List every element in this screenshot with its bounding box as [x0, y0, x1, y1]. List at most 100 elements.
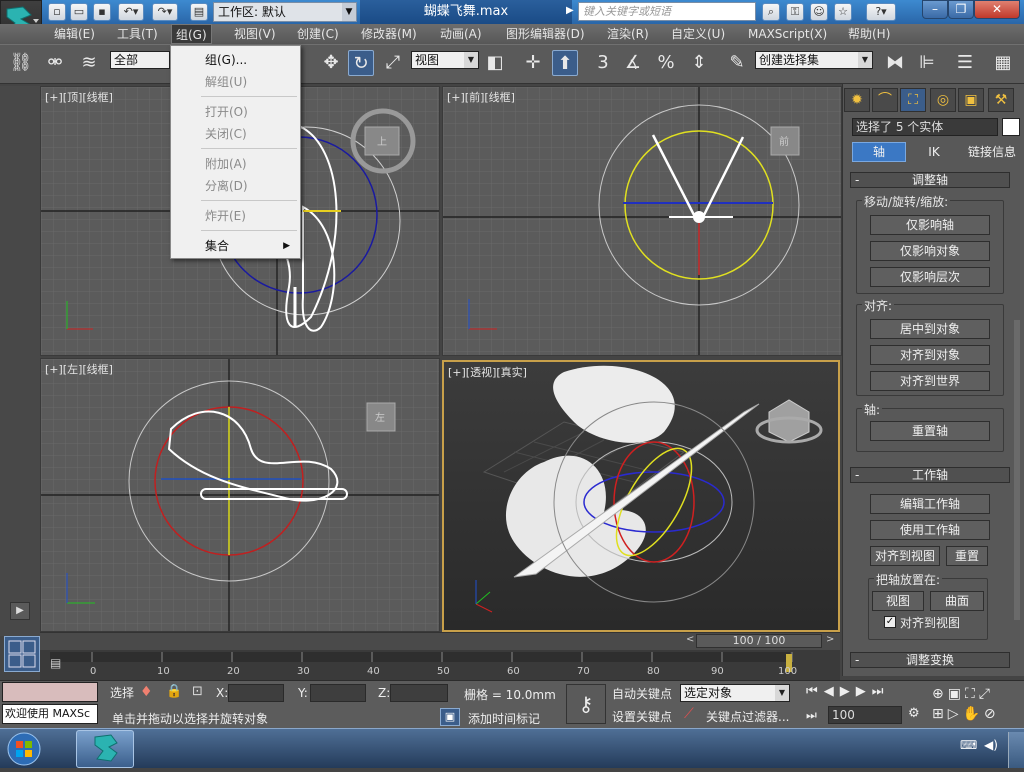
viewport-perspective[interactable]: [+][透视][真实] [442, 360, 840, 632]
tab-pivot[interactable]: 轴 [852, 142, 906, 162]
rollout-adjust-pivot[interactable]: - 调整轴 [850, 172, 1010, 188]
center-to-object-button[interactable]: 居中到对象 [870, 319, 990, 339]
auto-key-button[interactable]: 自动关键点 [612, 685, 672, 702]
menu-item-close[interactable]: 关闭(C) [173, 123, 298, 145]
keyboard-shortcut-override-icon[interactable]: ⬆ [552, 50, 578, 76]
menu-modifiers[interactable]: 修改器(M) [357, 24, 421, 44]
help-icon[interactable]: ?▾ [866, 3, 896, 21]
selection-filter-dropdown[interactable]: 全部 [110, 51, 170, 69]
maxscript-listener-top[interactable] [2, 682, 98, 702]
absolute-mode-icon[interactable]: ⊡ [192, 684, 203, 699]
reset-working-pivot-button[interactable]: 重置 [946, 546, 988, 566]
percent-snap-icon[interactable]: % [653, 50, 679, 76]
align-to-view-checkbox[interactable]: ✓ [884, 616, 896, 628]
viewport-perspective-label[interactable]: [+][透视][真实] [448, 364, 527, 380]
select-rotate-icon[interactable]: ↻ [348, 50, 374, 76]
menu-group[interactable]: 组(G) [171, 24, 212, 44]
star-icon[interactable]: ☆ [834, 3, 852, 21]
rollout-adjust-transform[interactable]: - 调整变换 [850, 652, 1010, 668]
save-icon[interactable]: ▪ [93, 3, 111, 21]
menu-item-assembly[interactable]: 集合 ▶ [173, 235, 298, 257]
place-view-button[interactable]: 视图 [872, 591, 924, 611]
align-icon[interactable]: ⊫ [914, 50, 940, 76]
taskbar-3dsmax-button[interactable] [76, 730, 134, 768]
viewport-front-label[interactable]: [+][前][线框] [447, 89, 515, 105]
key-filters-button[interactable]: 关键点过滤器... [706, 708, 789, 725]
x-coordinate-field[interactable] [228, 684, 284, 702]
minimize-button[interactable]: – [922, 0, 948, 19]
redo-icon[interactable]: ↷▾ [152, 3, 178, 21]
unlink-icon[interactable]: ⚮ [42, 50, 68, 76]
menu-graph-editors[interactable]: 图形编辑器(D) [502, 24, 589, 44]
rollout-working-pivot[interactable]: - 工作轴 [850, 467, 1010, 483]
open-file-icon[interactable]: ▭ [70, 3, 88, 21]
volume-tray-icon[interactable]: ◀) [984, 738, 998, 752]
start-button[interactable] [2, 730, 46, 768]
new-file-icon[interactable]: ▫ [48, 3, 66, 21]
menu-views[interactable]: 视图(V) [230, 24, 280, 44]
keyboard-tray-icon[interactable]: ⌨ [960, 738, 977, 752]
utilities-tab-icon[interactable]: ⚒ [988, 88, 1014, 112]
viewport-front[interactable]: 前 [+][前][线框] [442, 86, 842, 356]
menu-edit[interactable]: 编辑(E) [50, 24, 99, 44]
snap-toggle-icon[interactable]: 3 [590, 50, 616, 76]
menu-item-open[interactable]: 打开(O) [173, 101, 298, 123]
edit-working-pivot-button[interactable]: 编辑工作轴 [870, 494, 990, 514]
maxscript-listener-input[interactable]: 欢迎使用 MAXSc [2, 704, 98, 724]
time-prev-icon[interactable]: < [686, 634, 696, 648]
affect-hierarchy-only-button[interactable]: 仅影响层次 [870, 267, 990, 287]
place-surface-button[interactable]: 曲面 [930, 591, 984, 611]
expand-arrow-icon[interactable]: ▶ [10, 602, 30, 620]
viewport-left[interactable]: 左 [+][左][线框] [40, 358, 440, 632]
isolate-icon[interactable]: ♦ [140, 684, 153, 700]
link-icon[interactable]: ⛓ [8, 50, 34, 76]
affect-pivot-only-button[interactable]: 仅影响轴 [870, 215, 990, 235]
viewport-top-label[interactable]: [+][顶][线框] [45, 89, 113, 105]
align-to-object-button[interactable]: 对齐到对象 [870, 345, 990, 365]
lock-selection-icon[interactable]: 🔒 [166, 684, 182, 699]
time-config-icon[interactable]: ⚙ [908, 706, 920, 721]
select-move-icon[interactable]: ✥ [318, 50, 344, 76]
time-next-icon[interactable]: > [826, 634, 836, 648]
chevron-right-icon[interactable]: ▶ [566, 5, 574, 16]
set-key-button[interactable]: 设置关键点 [612, 708, 672, 725]
edit-named-selection-icon[interactable]: ✎ [724, 50, 750, 76]
layer-manager-icon[interactable]: ☰ [952, 50, 978, 76]
reset-pivot-button[interactable]: 重置轴 [870, 421, 990, 441]
hierarchy-tab-icon[interactable]: ⛶ [900, 88, 926, 112]
set-key-icon[interactable]: ⚷ [566, 684, 606, 724]
close-button[interactable]: ✕ [974, 0, 1020, 19]
tab-ik[interactable]: IK [908, 142, 960, 162]
key-mode-dropdown[interactable]: 选定对象 ▼ [680, 684, 790, 702]
viewport-layout-icon[interactable] [4, 636, 40, 672]
affect-object-only-button[interactable]: 仅影响对象 [870, 241, 990, 261]
add-time-tag-button[interactable]: 添加时间标记 [468, 710, 540, 727]
align-to-world-button[interactable]: 对齐到世界 [870, 371, 990, 391]
maximize-button[interactable]: ❐ [948, 0, 974, 19]
time-slider-thumb[interactable]: 100 / 100 [696, 634, 822, 648]
named-selection-dropdown[interactable]: 创建选择集 ▼ [755, 51, 873, 69]
menu-rendering[interactable]: 渲染(R) [603, 24, 653, 44]
bind-spacewarp-icon[interactable]: ≋ [76, 50, 102, 76]
graphite-ribbon-icon[interactable]: ▦ [990, 50, 1016, 76]
z-coordinate-field[interactable] [390, 684, 448, 702]
key-mode-toggle-icon[interactable]: ⏭ [806, 708, 817, 723]
menu-item-explode[interactable]: 炸开(E) [173, 205, 298, 227]
select-scale-icon[interactable]: ⤢ [380, 50, 406, 76]
viewport-left-label[interactable]: [+][左][线框] [45, 361, 113, 377]
spinner-snap-icon[interactable]: ⇕ [686, 50, 712, 76]
menu-animation[interactable]: 动画(A) [436, 24, 486, 44]
key-filters-icon[interactable]: ⟋ [684, 706, 694, 722]
y-coordinate-field[interactable] [310, 684, 366, 702]
mirror-icon[interactable]: ⧓ [882, 50, 908, 76]
menu-item-detach[interactable]: 分离(D) [173, 175, 298, 197]
menu-maxscript[interactable]: MAXScript(X) [744, 24, 831, 44]
select-manipulate-icon[interactable]: ✛ [520, 50, 546, 76]
playback-controls[interactable]: ⏮◀▶▶⏭ [806, 684, 936, 702]
selection-info-field[interactable]: 选择了 5 个实体 [852, 118, 998, 136]
reference-coordinate-dropdown[interactable]: 视图 ▼ [411, 51, 479, 69]
show-desktop-button[interactable] [1008, 732, 1024, 768]
modify-tab-icon[interactable]: ⌒ [872, 88, 898, 112]
time-tag-icon[interactable]: ▣ [440, 708, 460, 726]
motion-tab-icon[interactable]: ◎ [930, 88, 956, 112]
